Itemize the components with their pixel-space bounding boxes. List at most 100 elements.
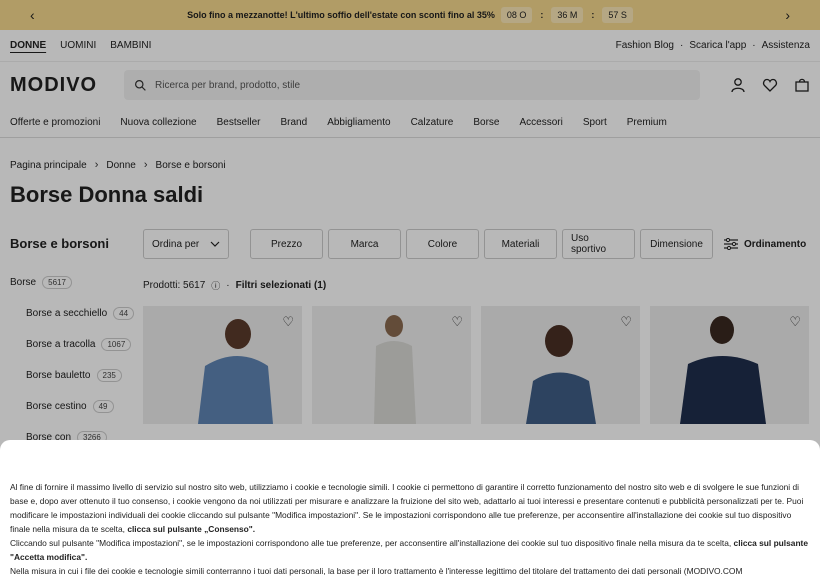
sidebar-item-cestino[interactable]: Borse cestino 49	[10, 391, 143, 422]
sidebar-item-tracolla[interactable]: Borse a tracolla 1067	[10, 329, 143, 360]
sidebar: Borse e borsoni Borse 5617 Borse a secch…	[10, 218, 143, 453]
crumb-home[interactable]: Pagina principale	[10, 160, 87, 171]
filter-uso-sportivo[interactable]: Uso sportivo	[562, 229, 635, 259]
count-badge: 235	[96, 369, 122, 382]
search-bar[interactable]: Ricerca per brand, prodotto, stile	[124, 70, 700, 100]
tab-donne[interactable]: DONNE	[10, 40, 46, 51]
search-icon	[135, 79, 146, 91]
product-image	[312, 306, 471, 424]
sidebar-item-label: Borse	[10, 277, 37, 288]
cat-offerte[interactable]: Offerte e promozioni	[10, 117, 100, 128]
chevron-right-icon: ›	[143, 159, 148, 171]
tab-uomini[interactable]: UOMINI	[60, 40, 96, 51]
main: Borse e borsoni Borse 5617 Borse a secch…	[0, 218, 820, 453]
promo-text: Solo fino a mezzanotte! L'ultimo soffio …	[187, 10, 495, 20]
heart-icon[interactable]: ♡	[282, 314, 294, 330]
ordinamento-button[interactable]: Ordinamento	[724, 238, 806, 250]
header: MODIVO Ricerca per brand, prodotto, stil…	[0, 62, 820, 108]
cookie-paragraph-1: Al fine di fornire il massimo livello di…	[10, 480, 810, 536]
sliders-icon	[724, 238, 738, 250]
user-icon[interactable]	[730, 77, 746, 93]
selected-filters[interactable]: Filtri selezionati (1)	[236, 280, 327, 291]
product-card[interactable]: ♡	[481, 306, 640, 424]
filter-marca[interactable]: Marca	[328, 229, 401, 259]
cat-bestseller[interactable]: Bestseller	[217, 117, 261, 128]
content: Ordina per Prezzo Marca Colore Materiali…	[143, 218, 810, 453]
category-nav: Offerte e promozioni Nuova collezione Be…	[0, 108, 820, 138]
filter-dimensione[interactable]: Dimensione	[640, 229, 713, 259]
product-image	[481, 306, 640, 424]
promo-banner: ‹ Solo fino a mezzanotte! L'ultimo soffi…	[0, 0, 820, 30]
logo[interactable]: MODIVO	[10, 74, 104, 97]
sort-label: Ordina per	[152, 238, 200, 250]
heart-icon[interactable]: ♡	[451, 314, 463, 330]
cat-abbigliamento[interactable]: Abbigliamento	[327, 117, 390, 128]
sidebar-item-secchiello[interactable]: Borse a secchiello 44	[10, 298, 143, 329]
filter-bar: Ordina per Prezzo Marca Colore Materiali…	[143, 229, 810, 259]
heart-icon[interactable]: ♡	[620, 314, 632, 330]
filter-materiali[interactable]: Materiali	[484, 229, 557, 259]
filter-prezzo[interactable]: Prezzo	[250, 229, 323, 259]
cookie-text-2: Cliccando sul pulsante "Modifica imposta…	[10, 538, 734, 548]
cat-brand[interactable]: Brand	[281, 117, 308, 128]
timer-sep: :	[591, 10, 595, 20]
app-link[interactable]: Scarica l'app	[689, 40, 746, 51]
header-icons	[730, 77, 810, 93]
sidebar-item-bauletto[interactable]: Borse bauletto 235	[10, 360, 143, 391]
timer-minutes: 36 M	[551, 7, 584, 23]
products-count: Prodotti: 5617	[143, 280, 206, 291]
product-card[interactable]: ♡	[650, 306, 809, 424]
crumb-borse[interactable]: Borse e borsoni	[156, 160, 226, 171]
cat-borse[interactable]: Borse	[473, 117, 499, 128]
timer-hours: 08 O	[500, 7, 533, 23]
tab-bambini[interactable]: BAMBINI	[110, 40, 151, 51]
cat-nuova[interactable]: Nuova collezione	[120, 117, 196, 128]
heart-icon[interactable]	[762, 77, 778, 93]
sidebar-item-label: Borse a secchiello	[26, 308, 108, 319]
sidebar-heading: Borse e borsoni	[10, 236, 109, 251]
product-card[interactable]: ♡	[143, 306, 302, 424]
utility-links: Fashion Blog · Scarica l'app · Assistenz…	[616, 40, 810, 51]
cat-sport[interactable]: Sport	[583, 117, 607, 128]
cookie-paragraph-2: Cliccando sul pulsante "Modifica imposta…	[10, 536, 810, 564]
product-card[interactable]: ♡	[312, 306, 471, 424]
heart-icon[interactable]: ♡	[789, 314, 801, 330]
cookie-banner: Al fine di fornire il massimo livello di…	[0, 440, 820, 577]
top-nav: DONNE UOMINI BAMBINI Fashion Blog · Scar…	[0, 30, 820, 62]
crumb-donne[interactable]: Donne	[106, 160, 135, 171]
count-badge: 44	[113, 307, 135, 320]
sidebar-item-label: Borse a tracolla	[26, 339, 96, 350]
page-title: Borse Donna saldi	[10, 182, 204, 207]
chevron-left-icon[interactable]: ‹	[30, 7, 35, 23]
count-badge: 49	[92, 400, 114, 413]
link-dot: ·	[752, 40, 756, 51]
cat-calzature[interactable]: Calzature	[411, 117, 454, 128]
ordinamento-label: Ordinamento	[744, 238, 807, 250]
info-icon[interactable]: ⓘ	[211, 279, 220, 292]
sort-dropdown[interactable]: Ordina per	[143, 229, 229, 259]
count-badge: 1067	[101, 338, 132, 351]
chevron-right-icon[interactable]: ›	[785, 7, 790, 23]
bag-icon[interactable]	[794, 77, 810, 93]
cookie-consent-hint: clicca sul pulsante „Consenso".	[127, 524, 256, 534]
products-dot: ·	[226, 280, 230, 291]
promo-center: Solo fino a mezzanotte! L'ultimo soffio …	[187, 7, 633, 23]
sidebar-item-borse[interactable]: Borse 5617	[10, 267, 143, 298]
filter-colore[interactable]: Colore	[406, 229, 479, 259]
timer-sep: :	[540, 10, 544, 20]
count-badge: 5617	[42, 276, 72, 289]
cat-accessori[interactable]: Accessori	[520, 117, 563, 128]
sidebar-item-label: Borse cestino	[26, 401, 87, 412]
gender-tabs: DONNE UOMINI BAMBINI	[10, 40, 151, 51]
search-input[interactable]: Ricerca per brand, prodotto, stile	[155, 80, 300, 91]
assistenza-link[interactable]: Assistenza	[762, 40, 810, 51]
timer-seconds: 57 S	[602, 7, 633, 23]
cookie-paragraph-3: Nella misura in cui i file dei cookie e …	[10, 566, 743, 576]
products-info: Prodotti: 5617 ⓘ · Filtri selezionati (1…	[143, 279, 810, 292]
fashion-blog-link[interactable]: Fashion Blog	[616, 40, 674, 51]
chevron-right-icon: ›	[94, 159, 99, 171]
cat-premium[interactable]: Premium	[627, 117, 667, 128]
breadcrumb: Pagina principale › Donne › Borse e bors…	[0, 138, 820, 178]
link-dot: ·	[680, 40, 684, 51]
product-grid: ♡ ♡ ♡ ♡	[143, 306, 810, 424]
